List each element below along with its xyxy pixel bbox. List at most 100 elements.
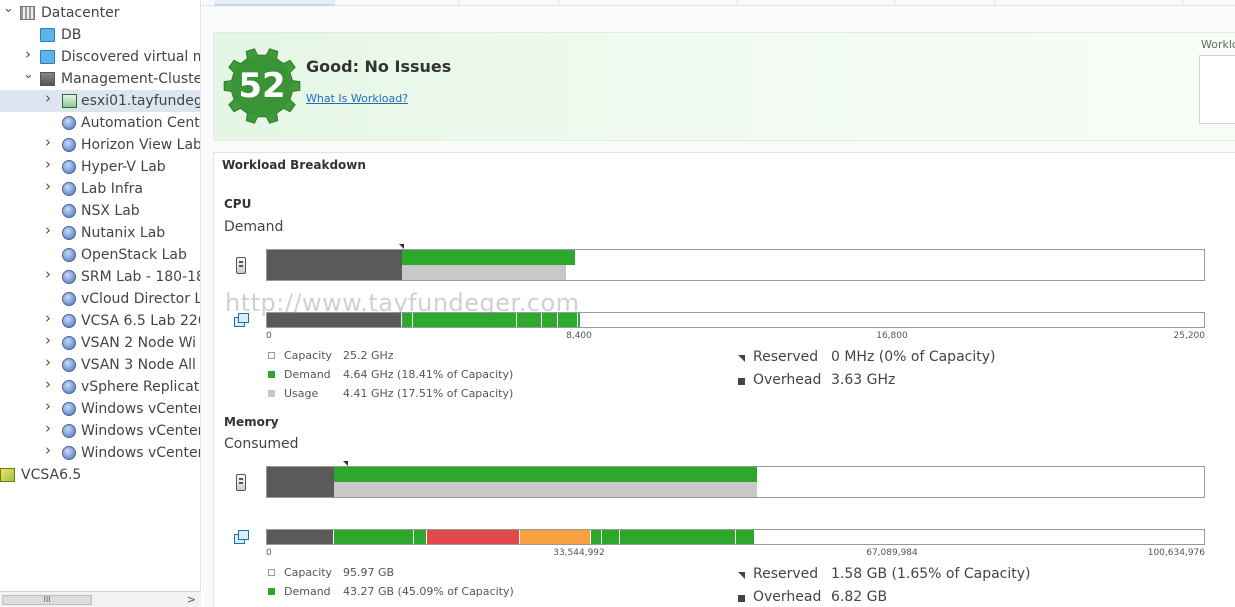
tree-item-label: NSX Lab: [81, 203, 140, 219]
chevron-right-icon[interactable]: ›: [43, 333, 53, 348]
vm-alert-segment: [427, 530, 520, 544]
tree-item-label: Windows vCenter: [81, 401, 201, 417]
vm-demand-segment: [333, 530, 415, 544]
folder-icon: [40, 28, 55, 42]
axis-tick-label: 0: [266, 331, 272, 341]
memory-vm-bar: [266, 529, 1205, 545]
tree-item[interactable]: › VSAN 3 Node All: [0, 354, 200, 376]
chevron-right-icon[interactable]: ›: [43, 179, 53, 194]
tab[interactable]: [738, 0, 895, 6]
reserved-marker: [342, 461, 348, 466]
health-status: Good: No Issues: [306, 57, 452, 76]
inventory-tree: ⌄ Datacenter DB › Discovered virtual m ⌄ Manag…: [0, 0, 201, 607]
overhead-swatch-icon: [738, 378, 745, 385]
tree-item[interactable]: Automation Cente: [0, 112, 201, 134]
demand-segment: [401, 250, 576, 265]
axis-tick-label: 33,544,992: [553, 548, 605, 558]
chevron-right-icon[interactable]: ›: [43, 267, 53, 282]
tab[interactable]: [895, 0, 995, 6]
tree-item[interactable]: › Windows vCenter: [0, 398, 201, 420]
scroll-right-icon[interactable]: >: [187, 593, 196, 606]
tree-item[interactable]: › esxi01.tayfundeger: [0, 90, 200, 112]
vapp-icon: [62, 226, 76, 240]
tree-item-label: SRM Lab - 180-185: [81, 269, 201, 285]
tree-item[interactable]: › VCSA 6.5 Lab 226: [0, 310, 200, 332]
chevron-right-icon[interactable]: ›: [43, 421, 53, 436]
tree-item[interactable]: VCSA6.5: [0, 464, 200, 486]
tree-item[interactable]: ⌄ Datacenter: [0, 2, 200, 24]
tree-item[interactable]: › Windows vCenter: [0, 420, 200, 442]
chevron-right-icon[interactable]: ›: [43, 443, 53, 458]
chevron-right-icon[interactable]: ›: [23, 47, 33, 62]
tab-strip: [202, 0, 1235, 6]
tree-item[interactable]: › Windows vCenter: [0, 442, 200, 464]
vm-warning-segment: [519, 530, 592, 544]
cpu-host-bar: [266, 244, 1205, 281]
legend-value: 6.82 GB: [831, 589, 888, 605]
tree-item[interactable]: OpenStack Lab: [0, 244, 200, 266]
overhead-segment: [267, 467, 334, 497]
chevron-right-icon[interactable]: ›: [43, 377, 53, 392]
chevron-right-icon[interactable]: ›: [43, 223, 53, 238]
tree-item-label: Automation Cente: [81, 115, 201, 131]
tab[interactable]: [995, 0, 1183, 6]
axis-tick-label: 100,634,976: [1147, 548, 1205, 558]
cpu-section-title: CPU: [224, 197, 252, 211]
tree-item[interactable]: › SRM Lab - 180-185: [0, 266, 201, 288]
usage-segment: [401, 265, 566, 280]
tree-item[interactable]: vCloud Director L: [0, 288, 201, 310]
scrollbar-thumb[interactable]: III: [2, 595, 92, 605]
vapp-icon: [62, 402, 76, 416]
chevron-down-icon[interactable]: ⌄: [23, 68, 34, 81]
tree-item[interactable]: DB: [0, 24, 200, 46]
demand-swatch-icon: [268, 588, 275, 595]
cpu-axis: 0 8,400 16,800 25,200: [266, 331, 1205, 343]
chevron-right-icon[interactable]: ›: [43, 399, 53, 414]
chevron-right-icon[interactable]: ›: [43, 157, 53, 172]
vapp-icon: [62, 204, 76, 218]
legend-key: Demand: [284, 585, 331, 598]
workload-side-box: [1199, 55, 1235, 124]
tree-item-label: Datacenter: [41, 5, 120, 21]
cluster-icon: [40, 72, 55, 86]
tree-item[interactable]: ⌄ Management-Cluster: [0, 68, 201, 90]
tab[interactable]: [559, 0, 738, 6]
vapp-icon: [62, 160, 76, 174]
tree-item[interactable]: › Nutanix Lab: [0, 222, 200, 244]
vapp-icon: [62, 270, 76, 284]
tree-item[interactable]: › Lab Infra: [0, 178, 200, 200]
tab-active[interactable]: [214, 0, 335, 6]
what-is-workload-link[interactable]: What Is Workload?: [306, 92, 408, 105]
axis-tick-label: 0: [266, 548, 272, 558]
legend-value: 3.63 GHz: [831, 372, 896, 388]
tree-horizontal-scrollbar[interactable]: III >: [0, 591, 201, 607]
legend-key: Capacity: [284, 349, 333, 362]
tree-item[interactable]: › vSphere Replicati: [0, 376, 200, 398]
tree-item-label: Nutanix Lab: [81, 225, 166, 241]
chevron-right-icon[interactable]: ›: [43, 355, 53, 370]
tree-item[interactable]: NSX Lab: [0, 200, 200, 222]
memory-subtitle: Consumed: [224, 436, 299, 452]
memory-axis: 0 33,544,992 67,089,984 100,634,976: [266, 548, 1205, 560]
vm-demand-segment: [591, 530, 603, 544]
chevron-right-icon[interactable]: ›: [43, 135, 53, 150]
tree-item[interactable]: › Discovered virtual m: [0, 46, 200, 68]
tree-item[interactable]: › Hyper-V Lab: [0, 156, 200, 178]
tree-item-label: Management-Cluster: [61, 71, 201, 87]
tree-item[interactable]: › Horizon View Lab: [0, 134, 201, 156]
tree-item[interactable]: › VSAN 2 Node Wi: [0, 332, 200, 354]
vapp-icon: [62, 380, 76, 394]
tab[interactable]: [459, 0, 559, 6]
legend-value: 25.2 GHz: [343, 349, 394, 362]
legend-value: 1.58 GB (1.65% of Capacity): [831, 566, 1031, 582]
chevron-right-icon[interactable]: ›: [43, 311, 53, 326]
chevron-right-icon[interactable]: ›: [43, 91, 53, 106]
vms-icon: [234, 530, 249, 544]
tab[interactable]: [335, 0, 459, 6]
tree-item-label: Horizon View Lab: [81, 137, 201, 153]
vapp-icon: [62, 138, 76, 152]
chevron-down-icon[interactable]: ⌄: [3, 2, 14, 15]
tree-item-label: VSAN 2 Node Wi: [81, 335, 196, 351]
vapp-icon: [62, 314, 76, 328]
tree-item-label: vCloud Director L: [81, 291, 201, 307]
